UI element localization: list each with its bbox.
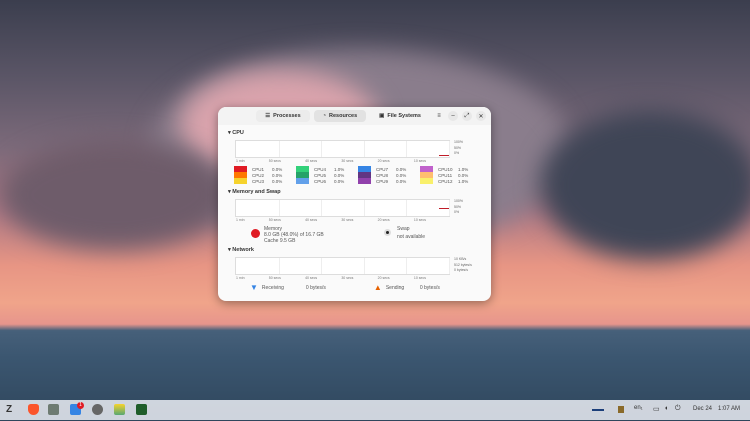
cpu-value: 1.0%	[458, 179, 468, 184]
cpu-name: CPU6	[314, 179, 334, 184]
cpu-value: 0.0%	[272, 167, 282, 172]
language-indicator[interactable]: en₁	[634, 405, 643, 411]
settings-icon[interactable]	[92, 404, 103, 415]
cpu-name: CPU7	[376, 167, 396, 172]
taskbar: Z 1 en₁ ▭ ◖ ⏻ Dec 24 1:07 AM	[0, 400, 750, 420]
cpu-name: CPU10	[438, 167, 458, 172]
sending-icon: ▲	[374, 283, 382, 292]
gauge-icon: ◔	[323, 113, 326, 119]
cpu-name: CPU5	[314, 173, 334, 178]
cpu-name: CPU9	[376, 179, 396, 184]
cpu-value: 1.0%	[458, 167, 468, 172]
disk-icon: ▣	[379, 113, 384, 119]
tab-processes[interactable]: ☰Processes	[256, 110, 309, 122]
update-badge: 1	[77, 402, 84, 409]
cpu-color-swatch[interactable]	[358, 178, 371, 184]
cpu-section-header[interactable]: ▾ CPU	[218, 125, 491, 136]
cpu-graph	[235, 140, 450, 158]
network-graph	[235, 257, 450, 275]
power-icon[interactable]: ⏻	[675, 405, 681, 413]
cpu-name: CPU2	[252, 173, 272, 178]
cpu-value: 0.0%	[272, 173, 282, 178]
memory-legend: Memory8.0 GB (48.0%) of 16.7 GBCache 9.5…	[251, 226, 491, 244]
receiving-icon: ▼	[250, 283, 258, 292]
memory-line	[439, 208, 449, 209]
memory-section-header[interactable]: ▾ Memory and Swap	[218, 184, 491, 195]
memory-pie-icon	[251, 229, 260, 238]
cpu-color-swatch[interactable]	[420, 178, 433, 184]
cpu-color-swatch[interactable]	[234, 178, 247, 184]
cpu-legend: CPU10.0%CPU41.0%CPU70.0%CPU101.0%CPU20.0…	[234, 166, 491, 184]
system-monitor-window: ☰Processes ◔Resources ▣File Systems ≡ – …	[218, 107, 491, 301]
cpu-value: 0.0%	[396, 179, 406, 184]
memory-time-labels: 1 min50 secs40 secs30 secs20 secs10 secs	[236, 218, 426, 222]
zorin-menu-icon[interactable]: Z	[6, 404, 17, 415]
maximize-button[interactable]: ⤢	[462, 111, 472, 121]
cpu-name: CPU12	[438, 179, 458, 184]
cpu-color-swatch[interactable]	[296, 178, 309, 184]
minimize-button[interactable]: –	[448, 111, 458, 121]
swap-pie-icon	[384, 229, 391, 236]
cpu-line	[439, 155, 449, 156]
cpu-axis: 100%50%0%	[454, 140, 463, 157]
memory-axis: 100%50%0%	[454, 199, 463, 216]
cpu-name: CPU4	[314, 167, 334, 172]
cpu-value: 0.0%	[396, 173, 406, 178]
network-time-labels: 1 min50 secs40 secs30 secs20 secs10 secs	[236, 276, 426, 280]
volume-icon[interactable]: ◖	[664, 405, 668, 412]
list-icon: ☰	[265, 113, 270, 119]
cpu-value: 0.0%	[334, 173, 344, 178]
battery-icon[interactable]	[592, 409, 604, 411]
cpu-time-labels: 1 min50 secs40 secs30 secs20 secs10 secs	[236, 159, 426, 163]
network-legend: ▼ Receiving0 bytes/s ▲ Sending0 bytes/s	[250, 283, 491, 292]
network-section-header[interactable]: ▾ Network	[218, 244, 491, 253]
cpu-value: 1.0%	[334, 167, 344, 172]
system-monitor-icon[interactable]	[136, 404, 147, 415]
cpu-legend-item: CPU90.0%	[358, 178, 420, 184]
files-icon[interactable]	[48, 404, 59, 415]
header-bar: ☰Processes ◔Resources ▣File Systems ≡ – …	[218, 107, 491, 125]
cpu-name: CPU11	[438, 173, 458, 178]
date[interactable]: Dec 24	[693, 406, 712, 412]
cpu-value: 0.0%	[458, 173, 468, 178]
cpu-legend-item: CPU121.0%	[420, 178, 482, 184]
network-axis: 10 KB/s512 bytes/s0 bytes/s	[454, 257, 472, 274]
close-button[interactable]: ✕	[476, 111, 486, 121]
display-icon[interactable]: ▭	[653, 405, 660, 413]
hamburger-icon[interactable]: ≡	[434, 111, 444, 121]
tab-file-systems[interactable]: ▣File Systems	[370, 110, 430, 122]
cpu-value: 0.0%	[334, 179, 344, 184]
cpu-legend-item: CPU60.0%	[296, 178, 358, 184]
image-viewer-icon[interactable]	[114, 404, 125, 415]
cpu-value: 0.0%	[396, 167, 406, 172]
brave-browser-icon[interactable]	[28, 404, 39, 415]
cpu-name: CPU3	[252, 179, 272, 184]
tab-resources[interactable]: ◔Resources	[314, 110, 366, 122]
memory-graph	[235, 199, 450, 217]
cpu-name: CPU1	[252, 167, 272, 172]
clock[interactable]: 1:07 AM	[718, 406, 740, 412]
cpu-name: CPU8	[376, 173, 396, 178]
cpu-value: 0.0%	[272, 179, 282, 184]
tray-app-icon[interactable]	[618, 406, 624, 413]
cpu-legend-item: CPU30.0%	[234, 178, 296, 184]
